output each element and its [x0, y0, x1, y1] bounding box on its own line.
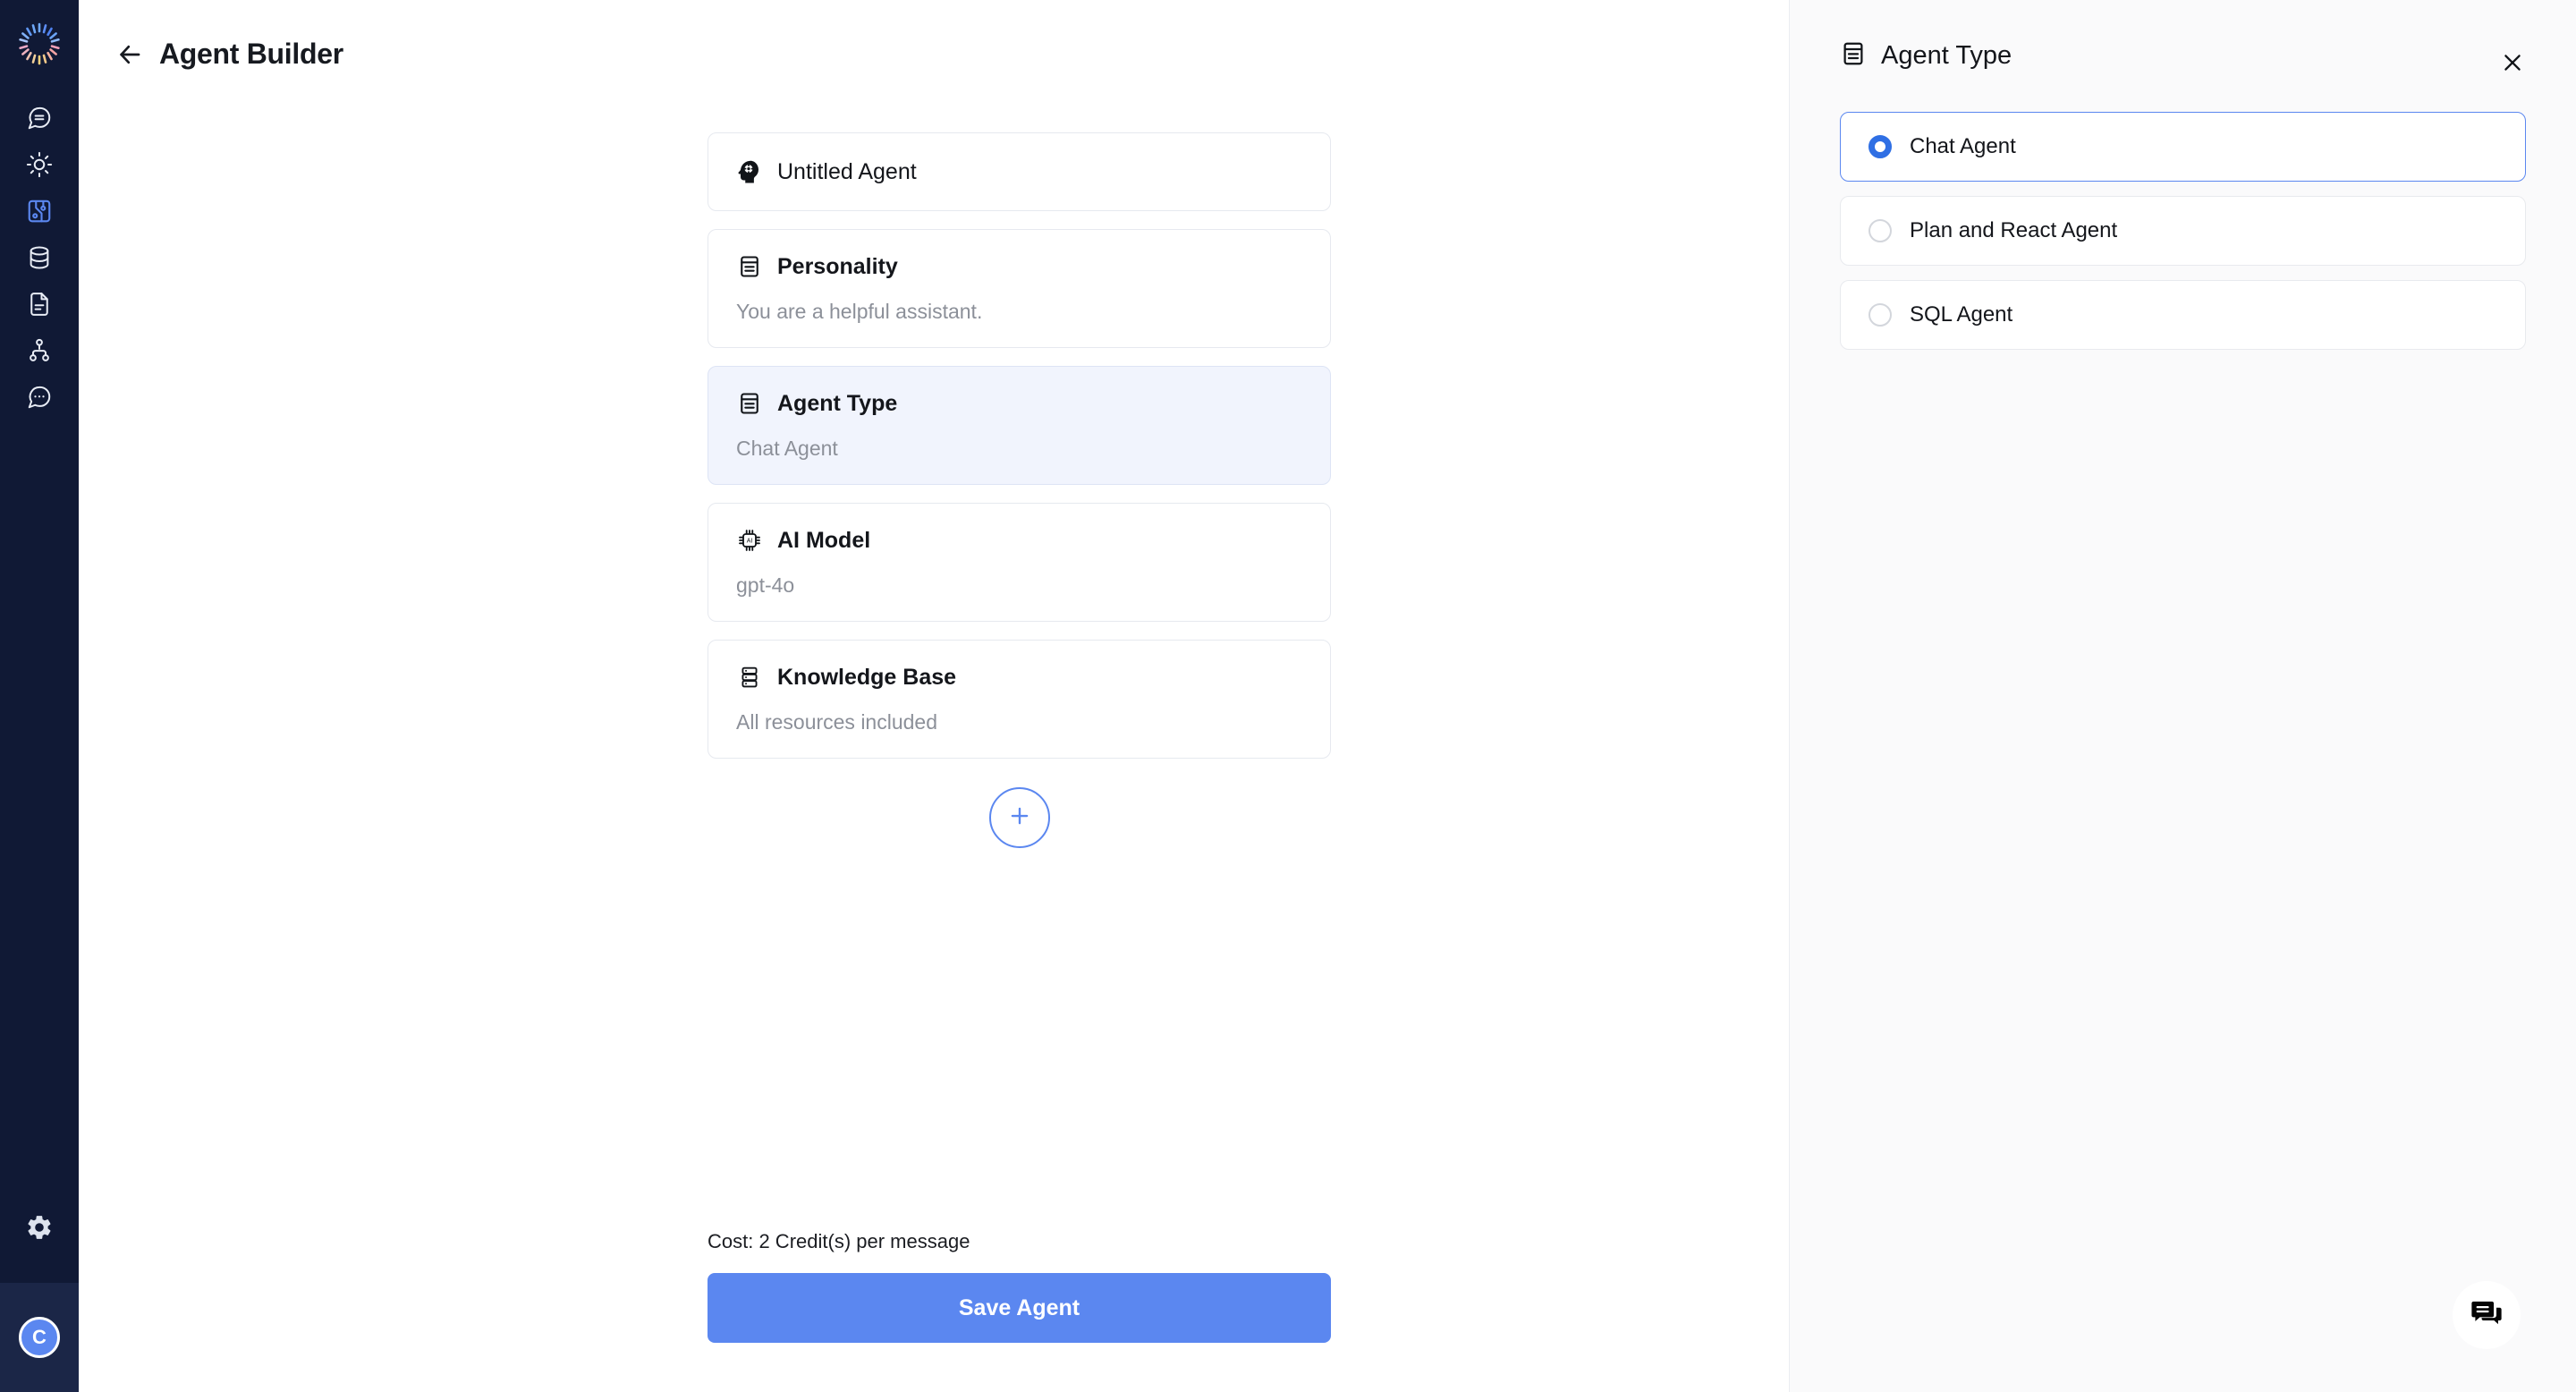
- sidebar-item-database[interactable]: [11, 236, 68, 283]
- chat-bubbles-icon: [2468, 1294, 2505, 1337]
- panel-title-wrap: Agent Type: [1840, 40, 2496, 72]
- database-stack-icon: [736, 664, 763, 691]
- sidebar-item-settings[interactable]: [0, 1176, 79, 1283]
- card-header: Untitled Agent: [736, 158, 1301, 185]
- option-label: Plan and React Agent: [1910, 218, 2118, 242]
- sidebar: C: [0, 0, 79, 1392]
- agent-card-list: Untitled Agent Personality You are a hel…: [708, 132, 1331, 848]
- sidebar-item-workflows[interactable]: [11, 329, 68, 376]
- add-block-button[interactable]: [988, 787, 1050, 848]
- database-icon: [26, 244, 53, 276]
- user-avatar-band[interactable]: C: [0, 1283, 79, 1392]
- option-label: SQL Agent: [1910, 302, 2013, 327]
- card-header: Personality: [736, 253, 1301, 280]
- sidebar-item-agent-builder[interactable]: [11, 190, 68, 236]
- radio-button[interactable]: [1868, 219, 1892, 242]
- card-title: Personality: [777, 253, 898, 279]
- cost-text: Cost: 2 Credit(s) per message: [708, 1230, 970, 1252]
- circuit-flow-icon: [26, 198, 53, 229]
- agent-type-panel: Agent Type Chat Agent Plan and React Age…: [1789, 0, 2576, 1392]
- chat-dots-icon: [26, 384, 53, 415]
- chat-equals-icon: [26, 105, 53, 136]
- card-agent-type[interactable]: Agent Type Chat Agent: [708, 366, 1331, 485]
- sidebar-bottom: C: [0, 1176, 79, 1392]
- sidebar-item-chat[interactable]: [11, 97, 68, 143]
- card-subtitle: You are a helpful assistant.: [736, 300, 983, 323]
- plus-icon: [1006, 802, 1033, 834]
- radio-button[interactable]: [1868, 303, 1892, 327]
- save-agent-button[interactable]: Save Agent: [708, 1273, 1331, 1343]
- builder-canvas: Untitled Agent Personality You are a hel…: [79, 0, 1868, 1392]
- sidebar-nav: [11, 97, 68, 422]
- app-root: C Agent Builder Untitled Agent Personali…: [0, 0, 2576, 1392]
- svg-text:AI: AI: [747, 539, 753, 545]
- sun-gear-icon: [26, 151, 53, 182]
- card-title: Agent Type: [777, 390, 898, 416]
- sidebar-item-documents[interactable]: [11, 283, 68, 329]
- head-gear-icon: [736, 158, 763, 185]
- card-subtitle: gpt-4o: [736, 573, 795, 597]
- card-subtitle: All resources included: [736, 710, 938, 734]
- option-plan-and-react-agent[interactable]: Plan and React Agent: [1840, 196, 2526, 266]
- sidebar-item-settings-sun[interactable]: [11, 143, 68, 190]
- card-subtitle: Chat Agent: [736, 437, 838, 460]
- card-header: AI AI Model: [736, 527, 1301, 554]
- card-knowledge-base[interactable]: Knowledge Base All resources included: [708, 640, 1331, 759]
- gear-icon: [25, 1213, 54, 1246]
- panel-title: Agent Type: [1881, 41, 2012, 70]
- builder-footer: Cost: 2 Credit(s) per message Save Agent: [708, 1230, 1331, 1343]
- option-label: Chat Agent: [1910, 134, 2016, 158]
- avatar[interactable]: C: [19, 1317, 60, 1358]
- close-icon[interactable]: [2496, 46, 2529, 80]
- add-block-row: [708, 787, 1331, 848]
- article-icon: [736, 253, 763, 280]
- option-chat-agent[interactable]: Chat Agent: [1840, 112, 2526, 182]
- card-title: Knowledge Base: [777, 664, 957, 690]
- radial-burst-logo[interactable]: [12, 16, 67, 72]
- org-chart-icon: [26, 337, 53, 369]
- option-sql-agent[interactable]: SQL Agent: [1840, 280, 2526, 350]
- sidebar-item-conversations[interactable]: [11, 376, 68, 422]
- article-icon: [736, 390, 763, 417]
- document-icon: [26, 291, 53, 322]
- panel-header: Agent Type: [1790, 0, 2576, 80]
- card-personality[interactable]: Personality You are a helpful assistant.: [708, 229, 1331, 348]
- chat-widget-button[interactable]: [2453, 1281, 2521, 1349]
- card-title: AI Model: [777, 527, 871, 553]
- radio-button[interactable]: [1868, 135, 1892, 158]
- card-agent-name[interactable]: Untitled Agent: [708, 132, 1331, 211]
- card-ai-model[interactable]: AI AI Model gpt-4o: [708, 503, 1331, 622]
- article-icon: [1840, 40, 1867, 72]
- card-header: Knowledge Base: [736, 664, 1301, 691]
- card-title: Untitled Agent: [777, 158, 917, 184]
- cpu-ai-icon: AI: [736, 527, 763, 554]
- card-header: Agent Type: [736, 390, 1301, 417]
- agent-type-options: Chat Agent Plan and React Agent SQL Agen…: [1790, 80, 2576, 350]
